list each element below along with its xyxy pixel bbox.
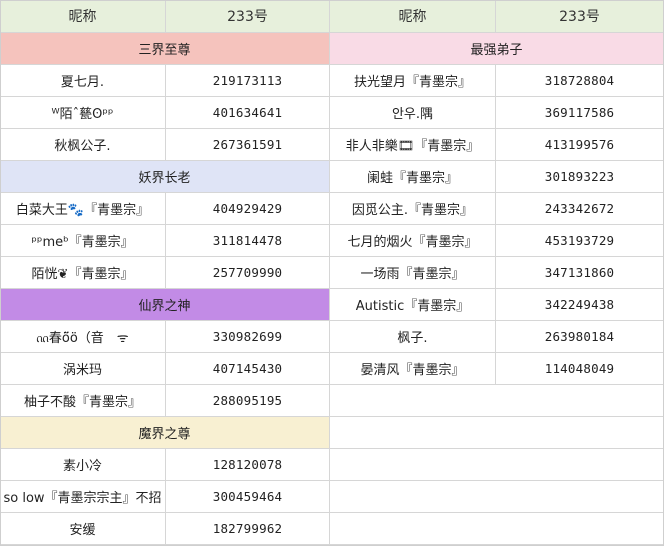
empty-row [330,449,664,481]
empty-cell [496,385,664,417]
member-id: 453193729 [496,225,664,257]
table-row: 安缓 182799962 [0,513,330,545]
section-header: 最强弟子 [330,33,664,65]
member-name: 扶光望月『青墨宗』 [330,65,496,97]
member-id: 407145430 [166,353,330,385]
member-name: 素小冷 [0,449,166,481]
table-row: 素小冷 128120078 [0,449,330,481]
table-row: ᵂ陌ˆ甆ʘᵖᵖ 401634641 [0,97,330,129]
table-row: 因觅公主.『青墨宗』 243342672 [330,193,664,225]
member-id: 182799962 [166,513,330,545]
table-row: 白菜大王🐾『青墨宗』 404929429 [0,193,330,225]
empty-cell [496,449,664,481]
table-row: 夏七月. 219173113 [0,65,330,97]
table-row: 一场雨『青墨宗』 347131860 [330,257,664,289]
member-name: 秋枫公子. [0,129,166,161]
member-id: 413199576 [496,129,664,161]
empty-row [330,481,664,513]
member-id: 243342672 [496,193,664,225]
header-name-left: 昵称 [0,0,166,33]
member-name: so low『青墨宗宗主』不招 [0,481,166,513]
table-row: 晏清风『青墨宗』 114048049 [330,353,664,385]
table-row: 扶光望月『青墨宗』 318728804 [330,65,664,97]
member-name: ᵖᵖmeᵇ『青墨宗』 [0,225,166,257]
section-header: 魔界之尊 [0,417,330,449]
member-name: 夏七月. [0,65,166,97]
member-id: 311814478 [166,225,330,257]
empty-cell [330,513,496,545]
member-name: 晏清风『青墨宗』 [330,353,496,385]
member-name: ᵂ陌ˆ甆ʘᵖᵖ [0,97,166,129]
header-id-right: 233号 [496,0,664,33]
member-name: 柚子不酸『青墨宗』 [0,385,166,417]
table-row: 안우.隅 369117586 [330,97,664,129]
member-id: 288095195 [166,385,330,417]
table-row: 涡米玛 407145430 [0,353,330,385]
table-row: ᵖᵖmeᵇ『青墨宗』 311814478 [0,225,330,257]
member-name: 涡米玛 [0,353,166,385]
member-id: 300459464 [166,481,330,513]
header-id-left: 233号 [166,0,330,33]
member-id: 257709990 [166,257,330,289]
empty-row [330,417,664,449]
table-row: 柚子不酸『青墨宗』 288095195 [0,385,330,417]
table-row: 阑蛙『青墨宗』 301893223 [330,161,664,193]
left-column: 三界至尊 夏七月. 219173113 ᵂ陌ˆ甆ʘᵖᵖ 401634641 秋枫公子. 26… [0,33,330,545]
table-row: 非人非樂🎞『青墨宗』 413199576 [330,129,664,161]
member-id: 114048049 [496,353,664,385]
member-id: 401634641 [166,97,330,129]
member-id: 330982699 [166,321,330,353]
empty-cell [330,449,496,481]
member-id: 128120078 [166,449,330,481]
table-row: 七月的烟火『青墨宗』 453193729 [330,225,664,257]
member-id: 301893223 [496,161,664,193]
member-id: 318728804 [496,65,664,97]
member-name: 安缓 [0,513,166,545]
member-id: 342249438 [496,289,664,321]
table-row: 陌恍❦『青墨宗』 257709990 [0,257,330,289]
section-header: 妖界长老 [0,161,330,193]
member-id: 369117586 [496,97,664,129]
member-id: 347131860 [496,257,664,289]
empty-cell [330,385,496,417]
member-table: 昵称 233号 昵称 233号 三界至尊 夏七月. 219173113 ᵂ陌ˆ甆ʘᵖᵖ… [0,0,664,546]
member-id: 263980184 [496,321,664,353]
empty-row [330,385,664,417]
member-name: 一场雨『青墨宗』 [330,257,496,289]
table-row: so low『青墨宗宗主』不招 300459464 [0,481,330,513]
member-name: 七月的烟火『青墨宗』 [330,225,496,257]
member-name: 枫子. [330,321,496,353]
member-name: Autistic『青墨宗』 [330,289,496,321]
section-header: 三界至尊 [0,33,330,65]
table-row: 枫子. 263980184 [330,321,664,353]
table-row: ᦶ春ö̈ö（音 ᯤ 330982699 [0,321,330,353]
right-column: 最强弟子 扶光望月『青墨宗』 318728804 안우.隅 369117586 非人非樂🎞… [330,33,664,545]
member-id: 404929429 [166,193,330,225]
member-name: 非人非樂🎞『青墨宗』 [330,129,496,161]
member-name: 白菜大王🐾『青墨宗』 [0,193,166,225]
section-header: 仙界之神 [0,289,330,321]
member-name: 因觅公主.『青墨宗』 [330,193,496,225]
empty-cell [496,513,664,545]
table-header: 昵称 233号 昵称 233号 [0,0,664,33]
empty-cell [496,481,664,513]
empty-row [330,513,664,545]
empty-cell [330,481,496,513]
member-name: 陌恍❦『青墨宗』 [0,257,166,289]
table-row: Autistic『青墨宗』 342249438 [330,289,664,321]
member-id: 267361591 [166,129,330,161]
empty-cell [496,417,664,449]
member-id: 219173113 [166,65,330,97]
empty-cell [330,417,496,449]
member-name: 안우.隅 [330,97,496,129]
table-row: 秋枫公子. 267361591 [0,129,330,161]
member-name: 阑蛙『青墨宗』 [330,161,496,193]
header-name-right: 昵称 [330,0,496,33]
member-name: ᦶ春ö̈ö（音 ᯤ [0,321,166,353]
